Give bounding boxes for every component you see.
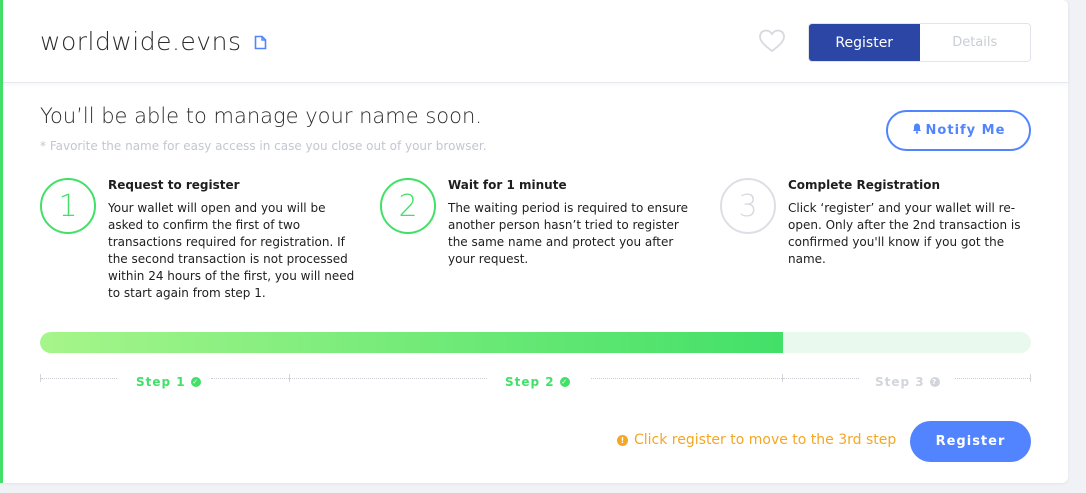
step-divider-line [211,378,289,379]
warning-icon: ! [617,434,628,446]
tab-register[interactable]: Register [809,24,920,61]
step-divider-line [290,378,487,379]
heart-icon[interactable] [758,28,786,58]
step-divider-line [41,378,117,379]
step-2-number: 2 [380,178,436,234]
check-icon: ✓ [559,377,570,387]
step-3-title: Complete Registration [788,178,941,192]
tab-details[interactable]: Details [919,24,1030,61]
domain-title: worldwide.evns [40,27,267,56]
step-1-label-text: Step 1 [136,375,186,389]
step-1-title: Request to register [108,178,240,192]
step-3-label: Step 3 ? [875,375,940,389]
step-1-number: 1 [40,178,96,234]
step-2-description: The waiting period is required to ensure… [448,201,689,266]
step-3-number: 3 [720,178,776,234]
next-step-hint: ! Click register to move to the 3rd step [617,432,896,448]
step-divider [1030,374,1031,382]
bell-icon [912,123,922,138]
notify-me-label: Notify Me [925,123,1006,138]
step-1-description: Your wallet will open and you will be as… [108,201,355,300]
domain-name: worldwide.evns [40,27,242,56]
step-3-label-text: Step 3 [875,375,925,389]
step-divider-line [955,378,1030,379]
register-button[interactable]: Register [910,421,1031,462]
page-title: You’ll be able to manage your name soon. [40,104,482,128]
notify-me-button[interactable]: Notify Me [886,110,1031,151]
document-icon[interactable] [254,27,267,56]
step-1-label: Step 1 ✓ [136,375,201,389]
step-2-title: Wait for 1 minute [448,178,567,192]
next-step-hint-text: Click register to move to the 3rd step [634,432,897,448]
page-subtitle: * Favorite the name for easy access in c… [40,139,487,153]
step-3-description: Click ‘register’ and your wallet will re… [788,201,1021,266]
question-icon: ? [929,377,940,387]
step-2-label: Step 2 ✓ [505,375,570,389]
step-divider-line [783,378,859,379]
progress-bar [40,332,1031,353]
registration-card: worldwide.evns Register Details You’ll b… [0,0,1068,483]
step-2-label-text: Step 2 [505,375,555,389]
step-divider-line [591,378,782,379]
header: worldwide.evns Register Details [3,0,1068,83]
view-tabs: Register Details [808,23,1031,62]
progress-fill [40,332,784,353]
check-icon: ✓ [190,377,201,387]
